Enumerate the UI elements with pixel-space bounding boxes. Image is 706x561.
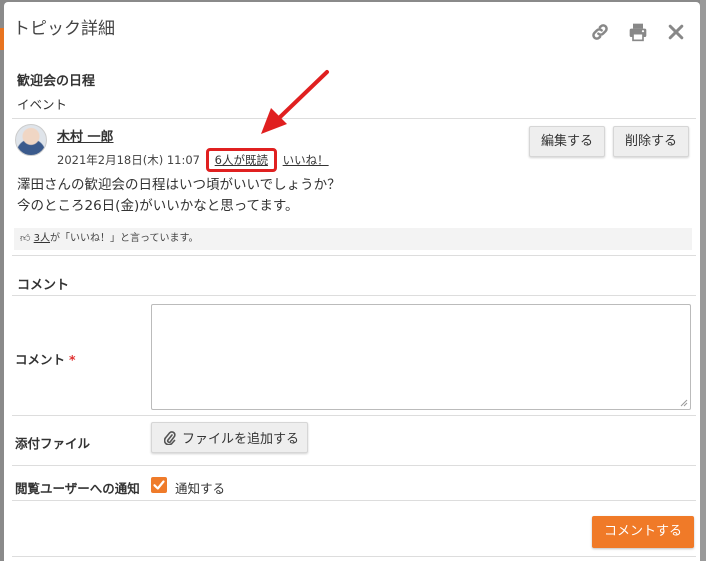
paperclip-icon	[164, 430, 176, 445]
comment-section-title: コメント	[17, 278, 70, 293]
post-body-line: 澤田さんの歓迎会の日程はいつ頃がいいでしょうか？	[17, 177, 341, 193]
avatar	[15, 124, 47, 156]
divider	[12, 255, 696, 256]
topic-title: 歓迎会の日程	[17, 74, 96, 89]
link-icon[interactable]	[590, 22, 610, 42]
add-file-label: ファイルを追加する	[182, 432, 300, 447]
annotation-arrow-icon	[261, 70, 329, 134]
like-link[interactable]: いいね！	[283, 153, 329, 167]
print-icon[interactable]	[628, 22, 648, 42]
close-icon[interactable]	[666, 22, 686, 42]
notify-label: 閲覧ユーザーへの通知	[15, 481, 140, 496]
divider	[12, 118, 696, 119]
like-count-link[interactable]: 3人	[34, 233, 50, 244]
like-summary: 👍︎ 3人が「いいね！」と言っています。	[14, 228, 692, 250]
post-body-line: 今のところ26日(金)がいいかなと思ってます。	[17, 198, 299, 214]
post-meta: 2021年2月18日(木) 11:07 6人が既読 いいね！	[57, 148, 329, 172]
read-count-link[interactable]: 6人が既読	[215, 153, 268, 167]
thumbs-up-icon: 👍︎	[20, 233, 31, 244]
divider	[12, 415, 696, 416]
divider	[12, 556, 696, 557]
topic-header: 歓迎会の日程 イベント	[17, 70, 95, 113]
divider	[12, 465, 696, 466]
like-summary-text: が「いいね！」と言っています。	[50, 233, 199, 244]
delete-button[interactable]: 削除する	[613, 126, 689, 157]
divider	[12, 295, 696, 296]
checkmark-icon	[153, 480, 165, 490]
read-link-highlight: 6人が既読	[205, 148, 277, 172]
post-body: 澤田さんの歓迎会の日程はいつ頃がいいでしょうか？ 今のところ26日(金)がいいか…	[17, 175, 341, 217]
required-mark: *	[69, 352, 76, 367]
comment-label-text: コメント	[15, 352, 66, 367]
notify-checkbox[interactable]	[151, 477, 167, 493]
attach-label: 添付ファイル	[15, 436, 91, 451]
resize-grip-icon[interactable]	[680, 399, 688, 407]
divider	[12, 500, 696, 501]
edit-button[interactable]: 編集する	[529, 126, 605, 157]
add-file-button[interactable]: ファイルを追加する	[151, 422, 308, 453]
post-date: 2021年2月18日(木) 11:07	[57, 153, 200, 167]
modal-header: トピック詳細	[4, 2, 700, 50]
modal-title: トピック詳細	[13, 19, 115, 39]
comment-label: コメント *	[15, 349, 76, 368]
header-actions	[590, 22, 686, 42]
submit-comment-button[interactable]: コメントする	[592, 516, 694, 548]
notify-checkbox-label[interactable]: 通知する	[175, 478, 225, 497]
topic-category: イベント	[17, 97, 68, 112]
comment-textarea[interactable]	[151, 304, 691, 410]
backdrop-edge	[700, 0, 706, 561]
author-name-link[interactable]: 木村 一郎	[57, 126, 114, 145]
topic-detail-modal: トピック詳細 歓迎会の日程 イベント 木村 一郎 2021年2月18日(木) 1…	[4, 2, 700, 561]
